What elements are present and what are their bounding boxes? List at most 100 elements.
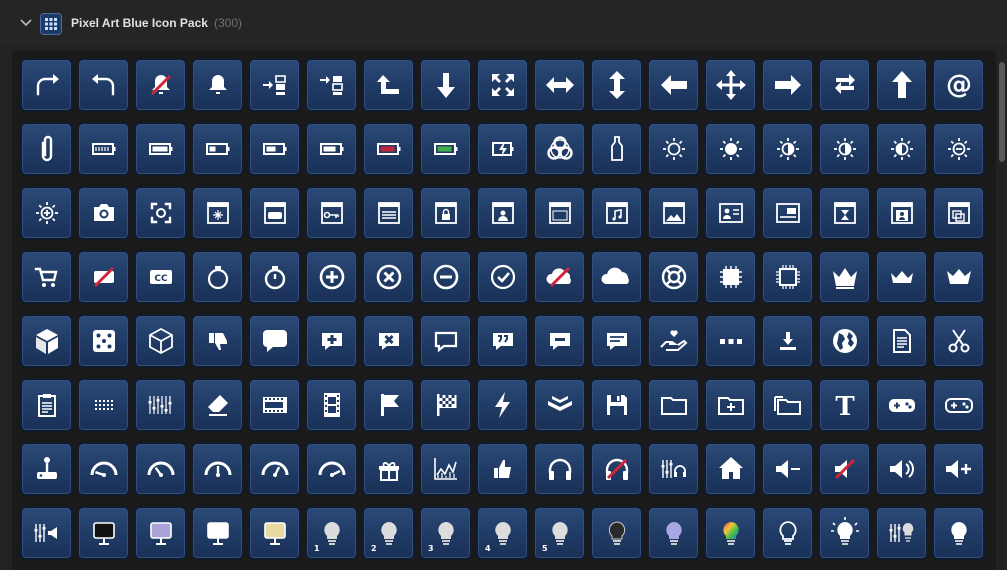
icon-tile[interactable] <box>362 442 415 496</box>
icon-tile[interactable] <box>704 506 757 560</box>
icon-tile[interactable] <box>704 58 757 112</box>
icon-tile[interactable] <box>362 314 415 368</box>
icon-tile[interactable] <box>590 506 643 560</box>
icon-tile[interactable] <box>419 378 472 432</box>
icon-tile[interactable] <box>305 58 358 112</box>
icon-tile[interactable] <box>362 58 415 112</box>
icon-tile[interactable] <box>134 378 187 432</box>
icon-tile[interactable] <box>476 378 529 432</box>
icon-tile[interactable] <box>932 442 985 496</box>
icon-tile[interactable] <box>818 442 871 496</box>
icon-tile[interactable] <box>818 58 871 112</box>
icon-tile[interactable] <box>20 378 73 432</box>
icon-tile[interactable] <box>362 250 415 304</box>
scrollbar-thumb[interactable] <box>999 62 1005 162</box>
icon-tile[interactable] <box>77 442 130 496</box>
icon-tile[interactable] <box>419 122 472 176</box>
icon-tile[interactable] <box>647 58 700 112</box>
scrollbar[interactable] <box>998 46 1007 558</box>
icon-tile[interactable] <box>875 58 928 112</box>
icon-tile[interactable] <box>476 442 529 496</box>
icon-tile[interactable] <box>704 186 757 240</box>
icon-tile[interactable] <box>134 506 187 560</box>
icon-tile[interactable] <box>761 378 814 432</box>
icon-tile[interactable] <box>761 186 814 240</box>
icon-tile[interactable] <box>134 186 187 240</box>
icon-tile[interactable] <box>305 122 358 176</box>
icon-tile[interactable] <box>419 186 472 240</box>
icon-tile[interactable] <box>932 186 985 240</box>
icon-tile[interactable] <box>134 58 187 112</box>
icon-tile[interactable] <box>305 442 358 496</box>
icon-tile[interactable]: @ <box>932 58 985 112</box>
icon-tile[interactable] <box>590 58 643 112</box>
chevron-down-icon[interactable] <box>18 15 34 31</box>
icon-tile[interactable] <box>875 122 928 176</box>
icon-tile[interactable] <box>476 314 529 368</box>
icon-tile[interactable]: 2 <box>362 506 415 560</box>
icon-tile[interactable] <box>77 122 130 176</box>
icon-tile[interactable] <box>191 314 244 368</box>
icon-tile[interactable] <box>20 506 73 560</box>
icon-tile[interactable] <box>134 314 187 368</box>
icon-tile[interactable] <box>590 186 643 240</box>
icon-tile[interactable] <box>248 186 301 240</box>
icon-tile[interactable] <box>533 122 586 176</box>
icon-tile[interactable] <box>704 122 757 176</box>
icon-tile[interactable] <box>419 314 472 368</box>
icon-tile[interactable] <box>932 250 985 304</box>
icon-tile[interactable] <box>305 378 358 432</box>
icon-tile[interactable] <box>191 378 244 432</box>
icon-tile[interactable] <box>77 314 130 368</box>
icon-tile[interactable] <box>191 58 244 112</box>
icon-tile[interactable] <box>248 314 301 368</box>
icon-tile[interactable] <box>533 378 586 432</box>
icon-tile[interactable] <box>20 58 73 112</box>
icon-tile[interactable] <box>476 122 529 176</box>
icon-tile[interactable] <box>647 506 700 560</box>
icon-tile[interactable] <box>362 186 415 240</box>
icon-tile[interactable] <box>647 314 700 368</box>
icon-tile[interactable] <box>77 250 130 304</box>
icon-tile[interactable] <box>20 122 73 176</box>
icon-tile[interactable] <box>248 122 301 176</box>
icon-tile[interactable] <box>20 442 73 496</box>
icon-tile[interactable] <box>932 314 985 368</box>
icon-tile[interactable]: 3 <box>419 506 472 560</box>
icon-tile[interactable] <box>761 506 814 560</box>
icon-tile[interactable] <box>875 506 928 560</box>
icon-tile[interactable] <box>818 314 871 368</box>
icon-tile[interactable]: 4 <box>476 506 529 560</box>
icon-tile[interactable] <box>932 378 985 432</box>
icon-tile[interactable] <box>932 506 985 560</box>
icon-tile[interactable] <box>704 250 757 304</box>
icon-tile[interactable] <box>248 442 301 496</box>
icon-tile[interactable] <box>419 250 472 304</box>
icon-tile[interactable] <box>704 314 757 368</box>
icon-tile[interactable] <box>248 58 301 112</box>
icon-tile[interactable] <box>476 58 529 112</box>
icon-tile[interactable] <box>20 250 73 304</box>
icon-tile[interactable] <box>761 58 814 112</box>
icon-tile[interactable] <box>647 378 700 432</box>
icon-tile[interactable] <box>590 250 643 304</box>
icon-tile[interactable] <box>20 186 73 240</box>
icon-tile[interactable] <box>191 122 244 176</box>
icon-tile[interactable] <box>818 122 871 176</box>
icon-tile[interactable] <box>77 378 130 432</box>
icon-tile[interactable] <box>533 186 586 240</box>
icon-tile[interactable] <box>248 250 301 304</box>
icon-tile[interactable]: 5 <box>533 506 586 560</box>
icon-tile[interactable] <box>875 378 928 432</box>
icon-tile[interactable] <box>191 250 244 304</box>
icon-tile[interactable] <box>590 122 643 176</box>
icon-tile[interactable] <box>761 250 814 304</box>
icon-tile[interactable] <box>362 378 415 432</box>
icon-tile[interactable] <box>305 186 358 240</box>
icon-tile[interactable] <box>476 186 529 240</box>
icon-tile[interactable] <box>647 442 700 496</box>
icon-tile[interactable] <box>191 442 244 496</box>
icon-tile[interactable] <box>761 442 814 496</box>
icon-tile[interactable] <box>647 186 700 240</box>
icon-tile[interactable] <box>647 122 700 176</box>
